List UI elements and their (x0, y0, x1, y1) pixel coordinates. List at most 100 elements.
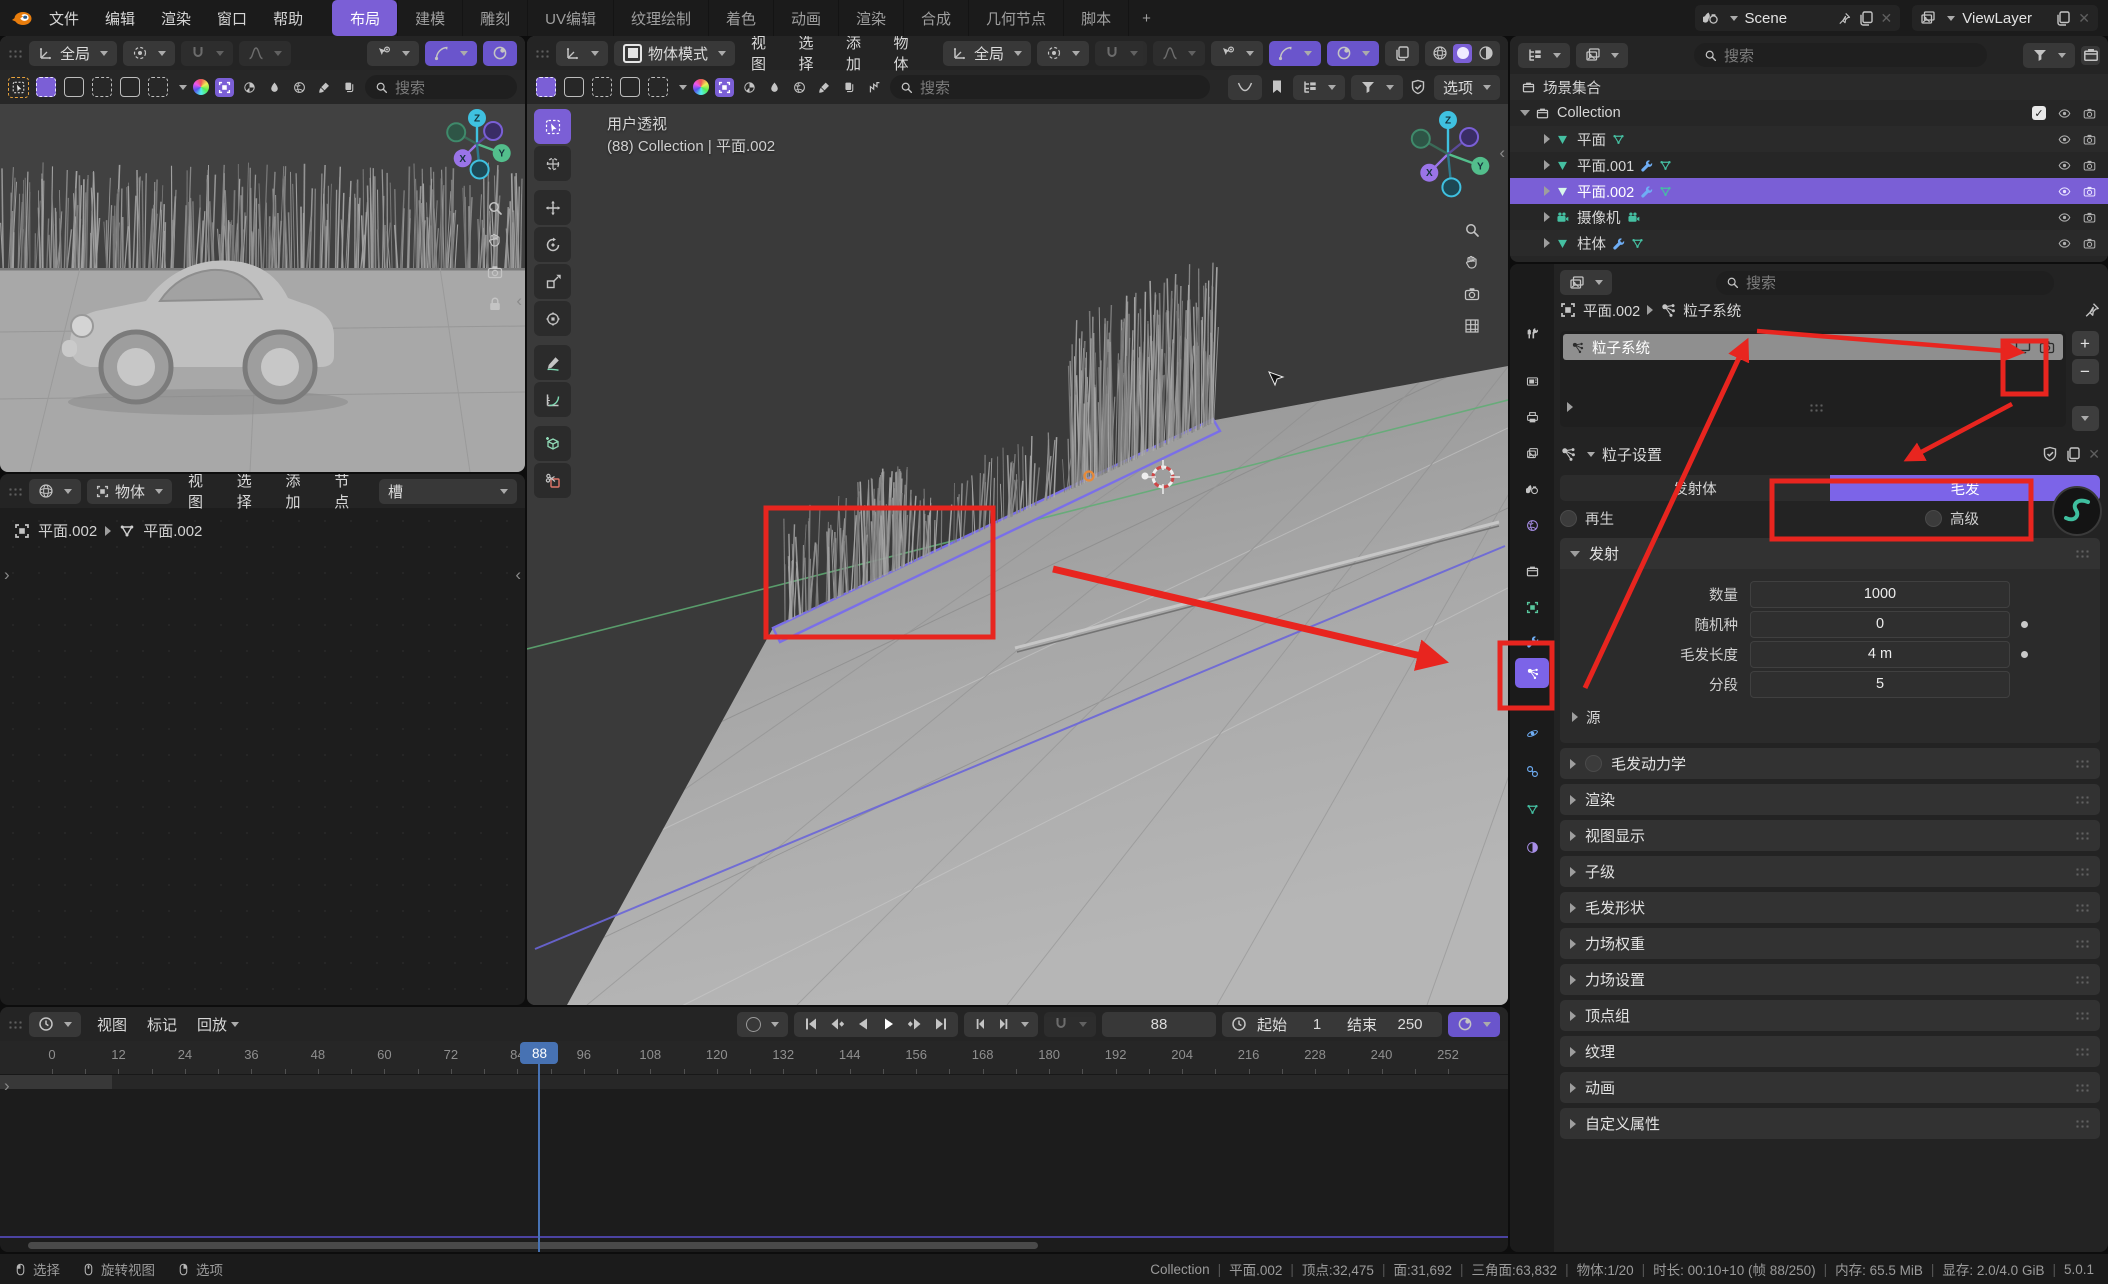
transform-orientation[interactable]: 全局 (943, 41, 1031, 66)
regrow-checkbox[interactable] (1560, 510, 1577, 527)
smooth-curve-button[interactable] (1228, 75, 1262, 100)
timeline-tracks[interactable]: › (0, 1075, 1508, 1252)
hide-eye-toggle[interactable] (2058, 237, 2071, 250)
workspace-tab-UV编辑[interactable]: UV编辑 (527, 0, 613, 36)
breadcrumb-object[interactable]: 平面.002 (1583, 300, 1640, 321)
mode-dropdown[interactable]: 物体模式 (614, 41, 735, 66)
menubar-item-编辑[interactable]: 编辑 (92, 8, 148, 29)
panel-纹理[interactable]: 纹理 (1560, 1036, 2100, 1067)
workspace-tab-布局[interactable]: 布局 (332, 0, 397, 36)
monitor-toggle-icon[interactable] (2015, 339, 2031, 355)
transform-tool[interactable] (534, 301, 571, 336)
snap-toggle[interactable] (181, 41, 233, 66)
item-label[interactable]: 摄像机 (1577, 207, 1621, 228)
unlink-icon[interactable]: ✕ (2088, 446, 2100, 463)
editor-type-button[interactable] (1518, 43, 1570, 68)
panel-drag-handle[interactable] (2075, 1083, 2090, 1092)
prev-keyframe-button[interactable] (829, 1016, 845, 1032)
select-mode-invert[interactable] (620, 77, 640, 97)
proportional-editing[interactable] (1153, 41, 1205, 66)
properties-tab-physics[interactable] (1515, 718, 1549, 748)
channel-expand-arrow[interactable]: › (4, 1077, 10, 1094)
measure-tool[interactable] (534, 382, 571, 417)
show-gizmo-toggle[interactable] (367, 41, 419, 66)
panel-drag-handle[interactable] (2075, 759, 2090, 768)
scale-tool[interactable] (534, 264, 571, 299)
particle-settings-label[interactable]: 粒子设置 (1602, 444, 1662, 465)
workspace-tab-渲染[interactable]: 渲染 (838, 0, 903, 36)
field-value-随机种[interactable]: 0 (1750, 611, 2010, 638)
bookmark-icon[interactable] (1268, 78, 1287, 97)
select-mode-new[interactable] (36, 77, 56, 97)
select-mode-extend[interactable] (64, 77, 84, 97)
object-origin-toggle[interactable] (715, 78, 734, 97)
proportional-editing[interactable] (239, 41, 291, 66)
chevron-down-icon[interactable] (1587, 452, 1595, 457)
sidebar-collapse-arrow[interactable]: ‹ (1499, 144, 1505, 161)
end-frame-field[interactable]: 250 (1387, 1016, 1433, 1033)
timeline-menu-标记[interactable]: 标记 (137, 1011, 187, 1038)
select-mode-intersect[interactable] (648, 77, 668, 97)
properties-tab-constraints[interactable] (1515, 756, 1549, 786)
breadcrumb-object[interactable]: 平面.002 (38, 520, 97, 541)
duplicate-tool[interactable] (534, 463, 571, 498)
breadcrumb-particles[interactable]: 粒子系统 (1683, 300, 1741, 321)
jump-to-start-button[interactable] (803, 1016, 819, 1032)
new-collection-button[interactable] (2081, 46, 2100, 65)
zoom-icon[interactable] (1464, 222, 1480, 238)
pin-icon[interactable] (1838, 12, 1851, 25)
solid-shading-button[interactable] (1453, 44, 1472, 63)
viewport-menu-视图[interactable]: 视图 (741, 36, 788, 77)
panel-力场设置[interactable]: 力场设置 (1560, 964, 2100, 995)
panel-header[interactable]: 动画 (1560, 1072, 2100, 1103)
panel-header[interactable]: 毛发形状 (1560, 892, 2100, 923)
tweak-tool-icon[interactable] (8, 77, 29, 98)
add-particle-system-button[interactable]: + (2072, 331, 2099, 356)
panel-drag-handle[interactable] (2075, 939, 2090, 948)
render-visibility-toggle[interactable] (2083, 159, 2096, 172)
stamp-icon[interactable] (840, 78, 859, 97)
select-mode-new[interactable] (536, 77, 556, 97)
globe-icon[interactable] (790, 78, 809, 97)
emitter-type-button[interactable]: 发射体 (1560, 475, 1830, 501)
wireframe-shading-button[interactable] (1430, 44, 1449, 63)
properties-search-input[interactable]: 搜索 (1716, 271, 2054, 295)
copy-icon[interactable] (2065, 446, 2081, 462)
viewlayer-selector[interactable]: ViewLayer ✕ (1912, 5, 2098, 31)
properties-tab-output[interactable] (1515, 402, 1549, 432)
object-origin-toggle[interactable] (215, 78, 234, 97)
panel-header[interactable]: 力场权重 (1560, 928, 2100, 959)
snap-toggle[interactable] (1044, 1012, 1096, 1037)
close-icon[interactable]: ✕ (1881, 10, 1893, 27)
viewport-menu-物体[interactable]: 物体 (883, 36, 930, 77)
panel-header[interactable]: 自定义属性 (1560, 1108, 2100, 1139)
scene-name[interactable]: Scene (1745, 10, 1831, 27)
drag-handle[interactable] (8, 1020, 23, 1029)
workspace-tab-着色[interactable]: 着色 (708, 0, 773, 36)
menubar-item-窗口[interactable]: 窗口 (204, 8, 260, 29)
cursor-tool[interactable] (534, 146, 571, 181)
navigation-gizmo[interactable]: ZYX (1404, 110, 1492, 198)
pin-icon[interactable] (2084, 302, 2100, 318)
node-canvas[interactable]: 平面.002 平面.002 › ‹ (0, 508, 525, 1005)
chevron-down-icon[interactable] (1021, 1022, 1029, 1027)
outliner-item-平面.002[interactable]: 平面.002 (1510, 178, 2108, 204)
panel-子级[interactable]: 子级 (1560, 856, 2100, 887)
editor-type-button[interactable] (29, 479, 81, 504)
new-workspace-button[interactable]: + (1128, 0, 1164, 36)
jump-to-end-button[interactable] (933, 1016, 949, 1032)
collection-checkbox[interactable]: ✓ (2032, 106, 2046, 120)
viewport-canvas[interactable]: 用户透视 (88) Collection | 平面.002 ZYX ‹ (527, 104, 1508, 1005)
panel-drag-handle[interactable] (2075, 1047, 2090, 1056)
lock-icon[interactable] (487, 296, 503, 312)
workspace-tab-脚本[interactable]: 脚本 (1063, 0, 1128, 36)
workspace-tab-合成[interactable]: 合成 (903, 0, 968, 36)
hide-eye-toggle[interactable] (2058, 107, 2071, 120)
outliner-item-平面[interactable]: 平面 (1510, 126, 2108, 152)
shading-type-dropdown[interactable]: 物体 (87, 479, 172, 504)
close-icon[interactable]: ✕ (2078, 10, 2090, 27)
panel-动画[interactable]: 动画 (1560, 1072, 2100, 1103)
workspace-tab-动画[interactable]: 动画 (773, 0, 838, 36)
field-value-分段[interactable]: 5 (1750, 671, 2010, 698)
emission-panel-header[interactable]: 发射 (1560, 538, 2100, 569)
